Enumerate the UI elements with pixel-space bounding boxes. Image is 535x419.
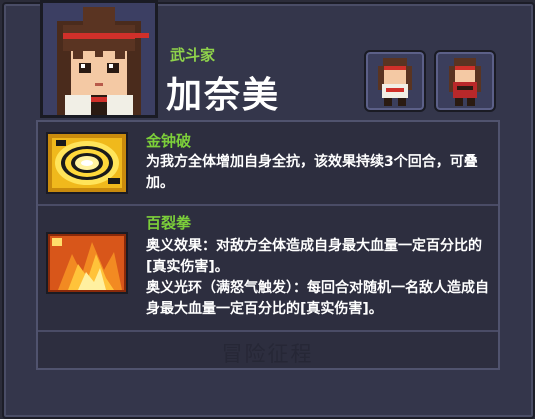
skills-panel: 金钟破 为我方全体增加自身全抗，该效果持续3个回合，可叠加。 百裂拳 奥义效果：… [36, 120, 500, 370]
portrait-icon [43, 3, 155, 115]
skill-row: 百裂拳 奥义效果：对敌方全体造成自身最大血量一定百分比的[真实伤害]。 奥义光环… [38, 206, 498, 332]
character-class-label: 武斗家 [170, 46, 216, 64]
skill-row: 金钟破 为我方全体增加自身全抗，该效果持续3个回合，可叠加。 [38, 122, 498, 206]
skin-slot-2[interactable] [434, 50, 496, 112]
skin-slot-1[interactable] [364, 50, 426, 112]
skill-description: 奥义效果：对敌方全体造成自身最大血量一定百分比的[真实伤害]。 奥义光环（满怒气… [146, 236, 494, 320]
flame-burst-icon [46, 232, 128, 294]
skill-description: 为我方全体增加自身全抗，该效果持续3个回合，可叠加。 [146, 154, 478, 191]
skill-name: 金钟破 [146, 132, 192, 150]
skill-name: 百裂拳 [146, 214, 192, 232]
skill-effect-text: 奥义效果：对敌方全体造成自身最大血量一定百分比的[真实伤害]。 [146, 238, 482, 275]
character-portrait [40, 0, 158, 118]
skill-aura-text: 奥义光环（满怒气触发）：每回合对随机一名敌人造成自身最大血量一定百分比的[真实伤… [146, 280, 489, 317]
watermark-logo: 冒险征程 [221, 342, 314, 366]
character-name: 加奈美 [166, 75, 281, 116]
character-skin-2-icon [449, 58, 481, 106]
golden-swirl-icon [46, 132, 128, 194]
character-skin-1-icon [378, 58, 412, 106]
